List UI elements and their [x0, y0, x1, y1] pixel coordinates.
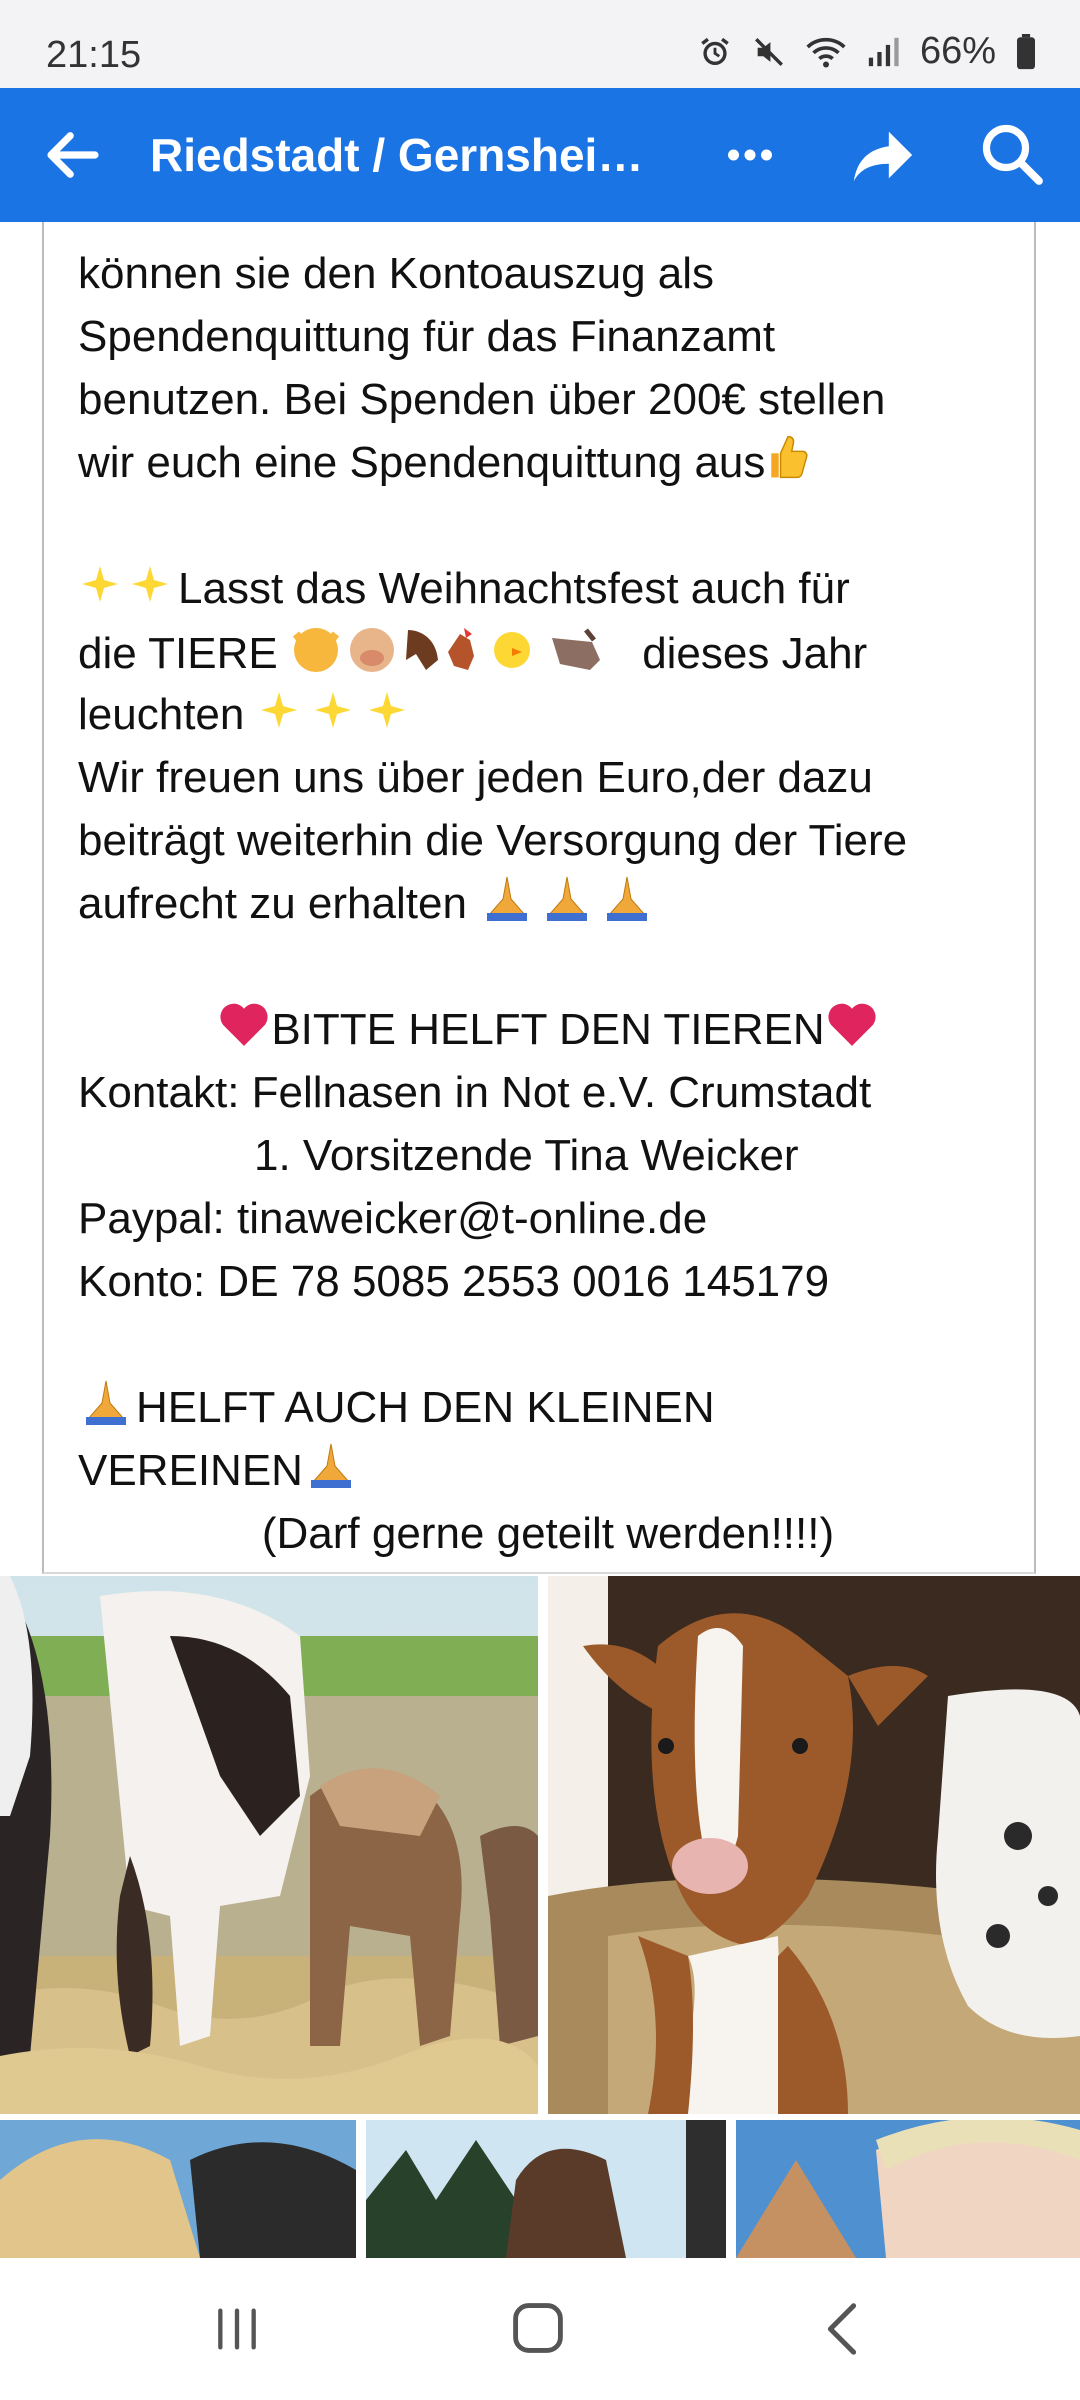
photo-grid — [0, 1576, 1080, 2114]
text: dieses Jahr — [642, 629, 868, 679]
text: leuchten — [78, 690, 245, 739]
text-line-cut — [78, 222, 1018, 228]
nav-back-icon[interactable] — [822, 2300, 862, 2358]
thumbs-up-icon — [765, 431, 811, 500]
sparkles-icon — [78, 560, 178, 623]
alarm-icon — [701, 37, 729, 65]
text-line-with-emoji: wir euch eine Spendenquittung aus — [78, 431, 1018, 494]
back-arrow-icon[interactable] — [40, 122, 106, 188]
thumbnail-photo[interactable] — [0, 2120, 356, 2258]
share-icon[interactable] — [848, 120, 918, 190]
more-options-icon[interactable] — [712, 122, 788, 188]
photo-horses[interactable] — [0, 1576, 538, 2114]
text-line-with-emoji: aufrecht zu erhalten — [78, 872, 1018, 935]
text-line: Wir freuen uns über jeden Euro,der dazu — [78, 753, 873, 802]
text-line: 1. Vorsitzende Tina Weicker — [254, 1131, 799, 1180]
thumbnail-photo[interactable] — [736, 2120, 1080, 2258]
red-heart-icon — [825, 1000, 879, 1065]
praying-hands-icon — [303, 1440, 361, 1507]
post-text: können sie den Kontoauszug als Spendenqu… — [42, 222, 1036, 1574]
praying-hands-icon — [479, 873, 655, 940]
text: wir euch eine Spendenquittung aus — [78, 438, 766, 488]
text: HELFT AUCH DEN KLEINEN — [136, 1383, 715, 1432]
text-line: benutzen. Bei Spenden über 200€ stellen — [78, 375, 886, 424]
text: VEREINEN — [78, 1446, 303, 1495]
red-heart-icon — [217, 1000, 271, 1065]
group-title[interactable]: Riedstadt / Gernsheim ... — [150, 128, 670, 182]
mute-icon — [754, 37, 783, 66]
text-line: können sie den Kontoauszug als — [78, 249, 715, 298]
text-line-with-emoji: die TIERE dieses Jahr — [78, 620, 1018, 683]
text-line: beiträgt weiterhin die Versorgung der Ti… — [78, 816, 908, 865]
system-nav-bar — [0, 2258, 1080, 2400]
text: die TIERE — [78, 629, 278, 679]
app-bar: Riedstadt / Gernsheim ... — [0, 88, 1080, 222]
signal-icon — [868, 37, 899, 66]
wifi-icon — [806, 37, 846, 67]
search-icon[interactable] — [976, 118, 1048, 190]
text: aufrecht zu erhalten — [78, 879, 467, 928]
text-line-with-emoji: HELFT AUCH DEN KLEINEN — [78, 1376, 1018, 1439]
text-line: Kontakt: Fellnasen in Not e.V. Crumstadt — [78, 1068, 872, 1117]
status-time: 21:15 — [46, 34, 142, 76]
text-line-with-emoji: BITTE HELFT DEN TIEREN — [78, 998, 1018, 1061]
thumbnail-row — [0, 2120, 1080, 2258]
text-line-with-emoji: VEREINEN — [78, 1439, 1018, 1502]
status-icons: 66% — [698, 30, 1036, 73]
text-line: Paypal: tinaweicker@t-online.de — [78, 1194, 708, 1243]
battery-percent: 66% — [919, 30, 996, 72]
recent-apps-icon[interactable] — [212, 2302, 262, 2356]
praying-hands-icon — [78, 1377, 136, 1444]
text-line-with-emoji: Lasst das Weihnachtsfest auch für — [78, 557, 1018, 620]
text: Lasst das Weihnachtsfest auch für — [178, 564, 850, 613]
photo-goat[interactable] — [548, 1576, 1080, 2114]
text-line: Konto: DE 78 5085 2553 0016 145179 — [78, 1257, 830, 1306]
text: BITTE HELFT DEN TIEREN — [271, 1005, 825, 1054]
status-bar: 21:15 66% — [0, 0, 1080, 88]
text-line: (Darf gerne geteilt werden!!!!) — [261, 1509, 835, 1558]
home-icon[interactable] — [510, 2300, 566, 2356]
battery-icon — [1017, 33, 1035, 69]
thumbnail-photo[interactable] — [366, 2120, 726, 2258]
sparkles-icon — [257, 686, 417, 749]
text-line: Spendenquittung für das Finanzamt — [78, 312, 776, 361]
